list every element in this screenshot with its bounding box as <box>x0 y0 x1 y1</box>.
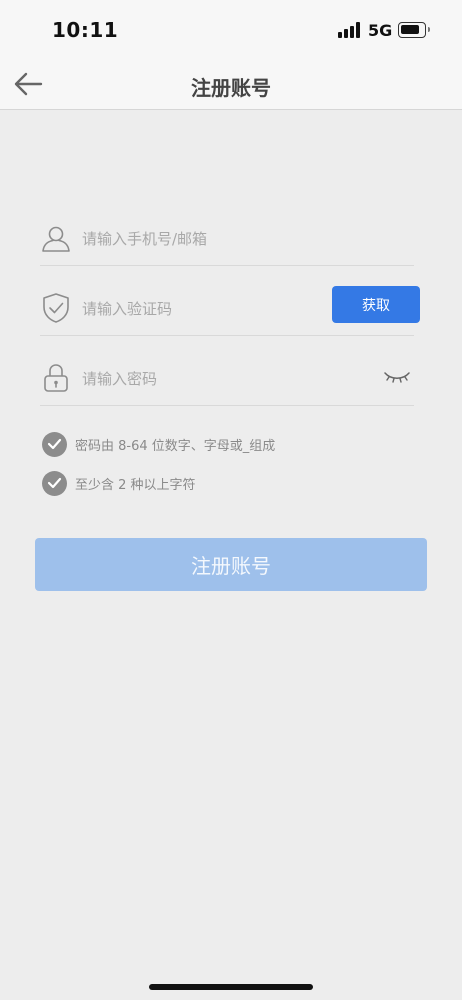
code-row: 获取 <box>40 286 420 336</box>
verification-code-input[interactable] <box>82 296 302 322</box>
password-visibility-toggle[interactable] <box>382 366 412 388</box>
signal-icon <box>338 22 362 38</box>
password-rule-variety: 至少含 2 种以上字符 <box>42 470 196 496</box>
password-input[interactable] <box>82 366 312 392</box>
register-screen: 10:11 5G 注册账号 请输入手机号/邮箱 请输入验证码 获取 密码由 8-… <box>0 0 462 1000</box>
nav-bar: 注册账号 <box>0 60 462 110</box>
eye-closed-icon <box>384 372 410 383</box>
rule-text: 密码由 8-64 位数字、字母或_组成 <box>75 438 276 454</box>
page-title: 注册账号 <box>191 76 271 100</box>
network-type: 5G <box>368 21 393 40</box>
rule-text: 至少含 2 种以上字符 <box>75 477 196 493</box>
check-icon <box>42 431 67 457</box>
shield-check-icon <box>40 292 72 324</box>
get-code-button[interactable]: 获取 <box>332 286 420 323</box>
lock-icon <box>40 362 72 394</box>
account-input[interactable] <box>82 226 312 252</box>
home-indicator <box>149 984 313 990</box>
password-rule-length: 密码由 8-64 位数字、字母或_组成 <box>42 431 275 457</box>
check-icon <box>42 470 67 496</box>
battery-icon <box>398 22 430 38</box>
status-bar: 10:11 5G <box>0 0 462 60</box>
user-icon <box>40 222 72 254</box>
status-time: 10:11 <box>52 18 119 42</box>
account-row <box>40 222 414 266</box>
password-row <box>40 362 414 406</box>
register-button[interactable]: 注册账号 <box>35 538 427 591</box>
